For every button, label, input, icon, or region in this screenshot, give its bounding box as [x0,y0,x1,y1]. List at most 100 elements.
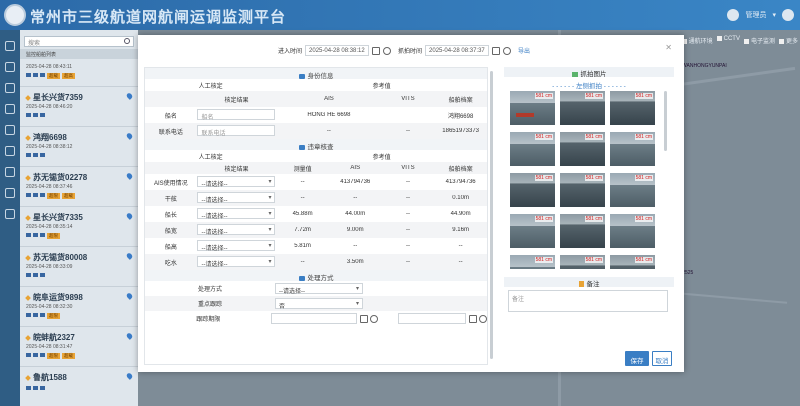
snapshot-thumbnail[interactable]: 581 cm [610,173,655,207]
save-button[interactable]: 保存 [625,351,649,366]
snapshot-panel: 抓拍图片 - - - - - - 左侧抓拍 - - - - - - 581 cm… [504,67,674,365]
verify-select[interactable]: --请选择-- [197,208,276,220]
calendar-icon[interactable] [492,46,501,55]
map-layer-monitor[interactable]: 电子监测 [744,36,775,45]
column-header: VITS [401,165,415,171]
status-icon [33,313,38,317]
vessel-time: 2025-04-28 08:46:20 [26,104,73,110]
snapshot-thumbnail[interactable]: 581 cm [510,132,555,166]
user-area[interactable]: 管理员 ▾ [727,9,794,21]
snapshot-thumbnail[interactable]: 581 cm [510,173,555,207]
row-label: 干舷 [164,196,177,203]
vessel-list-item[interactable]: 苏无锡货80008 2025-04-28 08:33:09 [20,247,138,287]
calendar-icon[interactable] [360,314,369,323]
verify-select[interactable]: --请选择-- [197,192,276,204]
map-layer-navigation[interactable]: 通航环境 [682,36,713,45]
reference-label: 参考值 [372,154,391,161]
verify-select[interactable]: --请选择-- [197,176,276,188]
key-tracking-select[interactable]: 否 [275,298,363,310]
measure-label: 581 cm [534,216,553,222]
column-header: 船舶档案 [448,97,473,104]
snapshot-thumbnail[interactable]: 581 cm [610,91,655,125]
vessel-list-item[interactable]: 星长兴货7335 2025-04-28 08:35:14 超限 [20,207,138,247]
map-layer-more[interactable]: 更多 [779,36,798,45]
tracking-start-input[interactable] [271,313,358,324]
tracking-end-input[interactable] [398,313,467,324]
document-icon[interactable] [5,209,15,219]
entry-time-input[interactable]: 2025-04-28 08:38:12 [305,45,370,56]
handling-method-select[interactable]: --请选择-- [275,283,363,295]
snapshot-thumbnail[interactable]: 581 cm [610,132,655,166]
capture-time-input[interactable]: 2025-04-28 08:37:37 [425,45,490,56]
status-icon [26,353,31,357]
capture-time-label: 抓拍时间 [398,49,423,55]
clock-icon[interactable] [383,46,392,55]
vessel-status-icons: 超限 [26,233,132,239]
calendar-icon[interactable] [469,314,478,323]
close-icon[interactable]: ✕ [665,43,672,52]
violation-tag: 超载 [62,353,75,359]
clock-icon[interactable] [479,314,487,323]
snapshot-thumbnail[interactable]: 581 cm [510,255,555,269]
vessel-status-icons [26,386,132,390]
layers-icon[interactable] [5,146,15,156]
tracking-period-row: 跟踪期限 [145,311,487,326]
vessel-list-item[interactable]: 鸿翔6698 2025-04-28 08:38:12 [20,127,138,167]
violation-tag: 超限 [47,193,60,199]
status-icon [33,273,38,277]
reference-value: 9.16m [452,227,469,233]
verify-select[interactable]: --请选择-- [197,224,276,236]
vessel-list-item[interactable]: 苏无锡货02278 2025-04-28 08:37:46 超限 超载 [20,167,138,207]
snapshot-thumbnail[interactable]: 581 cm [560,214,605,248]
map-icon[interactable] [5,41,15,51]
search-input[interactable]: 搜索 [24,36,134,47]
export-link[interactable]: 导出 [518,46,530,55]
snapshot-thumbnail[interactable]: 581 cm [560,132,605,166]
search-icon[interactable] [124,38,130,44]
clock-icon[interactable] [370,314,379,323]
user-name[interactable]: 管理员 [745,10,766,20]
form-scrollbar[interactable] [490,71,493,359]
user-card-icon[interactable] [5,167,15,177]
calendar-icon[interactable] [372,46,381,55]
verification-form: 身份信息 人工核定 参考值 核定结果 AIS VITS 船舶档案 船名 船名 HON… [144,67,488,365]
measure-label: 581 cm [634,257,653,263]
chart-icon[interactable] [5,104,15,114]
measure-label: 581 cm [534,93,553,99]
snapshot-scrollbar[interactable] [664,91,667,151]
vessel-list-item[interactable]: 鲁航1588 [20,367,138,406]
snapshot-thumbnail[interactable]: 581 cm [510,91,555,125]
snapshot-thumbnail[interactable]: 581 cm [610,255,655,269]
snapshot-thumbnail[interactable]: 581 cm [510,214,555,248]
note-textarea[interactable]: 备注 [508,290,668,312]
video-icon[interactable] [5,62,15,72]
section-title: 身份信息 [307,73,334,80]
snapshot-thumbnail[interactable]: 581 cm [560,255,605,269]
vessel-list-item[interactable]: 皖阜运货9898 2025-04-28 08:32:30 超限 [20,287,138,327]
status-icon [26,313,31,317]
manual-input[interactable]: 船名 [197,109,276,121]
identity-row: 船名 船名 HONG HE 6698 鸿翔6698 [145,107,487,123]
settings-icon[interactable] [782,9,794,21]
clock-icon[interactable] [503,46,512,55]
vessel-list-item[interactable]: 皖蚌航2327 2025-04-28 08:31:47 超限 超载 [20,327,138,367]
snapshot-thumbnail[interactable]: 581 cm [560,91,605,125]
list-icon[interactable] [5,125,15,135]
flag-icon[interactable] [5,188,15,198]
vessel-list-item[interactable]: 星长兴货7359 2025-04-28 08:46:20 [20,87,138,127]
status-icon [26,193,31,197]
vessel-list-item[interactable]: 2025-04-28 08:43:11 超载 超高 [20,61,138,87]
map-layer-cctv[interactable]: CCTV [717,36,740,45]
snapshot-thumbnail[interactable]: 581 cm [610,214,655,248]
chevron-down-icon[interactable]: ▾ [772,11,776,19]
cancel-button[interactable]: 取消 [652,351,672,366]
status-icon [33,153,38,157]
verify-select[interactable]: --请选择-- [197,256,276,268]
calendar-icon[interactable] [5,83,15,93]
handling-section-header: 处理方式 [145,270,487,282]
manual-input[interactable]: 联系电话 [197,125,276,137]
identity-section-header: 身份信息 [145,68,487,80]
snapshot-thumbnail[interactable]: 581 cm [560,173,605,207]
verify-select[interactable]: --请选择-- [197,240,276,252]
reference-value: -- [405,195,410,201]
